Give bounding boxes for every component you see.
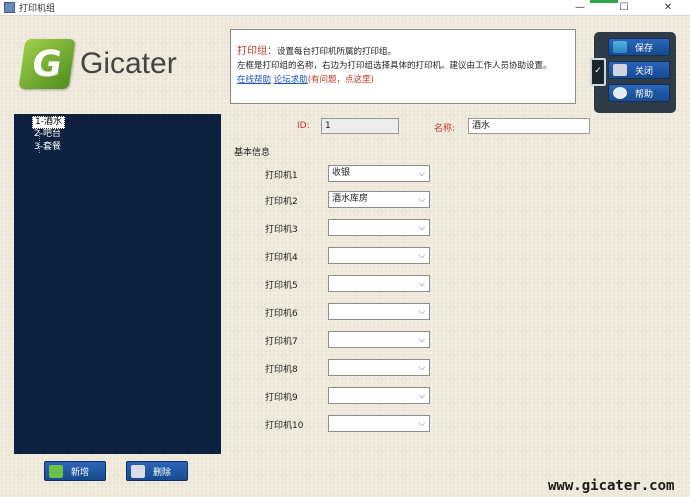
chevron-down-icon: ⌵ (418, 279, 425, 288)
tree-item-2[interactable]: 2-吧台 (32, 129, 63, 140)
printer-row-3: 打印机3 ⌵ (265, 219, 435, 237)
printer-select-value: 收银 (332, 168, 351, 178)
online-help-link[interactable]: 在线帮助 (237, 75, 271, 85)
name-label: 名称: (434, 124, 456, 134)
progress-indicator (590, 0, 618, 3)
id-field: 1 (321, 118, 399, 134)
help-note[interactable]: (有问题，点这里) (308, 75, 374, 85)
side-button-panel: 保存 关闭 帮助 (594, 32, 676, 113)
printer-select-8[interactable]: ⌵ (328, 359, 430, 376)
printer-select-3[interactable]: ⌵ (328, 219, 430, 236)
printer-label: 打印机7 (265, 337, 298, 347)
help-label: 帮助 (635, 89, 654, 100)
add-button[interactable]: 新增 (44, 461, 106, 481)
printer-row-6: 打印机6 ⌵ (265, 303, 435, 321)
printer-row-7: 打印机7 ⌵ (265, 331, 435, 349)
window-controls: — ☐ ✕ (558, 0, 690, 16)
chevron-down-icon: ⌵ (418, 363, 425, 372)
printer-label: 打印机5 (265, 281, 298, 291)
printer-select-2[interactable]: 酒水库房 ⌵ (328, 191, 430, 208)
printer-select-6[interactable]: ⌵ (328, 303, 430, 320)
printer-label: 打印机9 (265, 393, 298, 403)
printer-select-value: 酒水库房 (332, 194, 369, 204)
watermark: www.gicater.com (548, 478, 675, 494)
chevron-down-icon: ⌵ (418, 169, 425, 178)
chevron-down-icon: ⌵ (418, 391, 425, 400)
help-icon (613, 87, 627, 99)
name-field[interactable]: 酒水 (468, 118, 590, 134)
close-label: 关闭 (635, 66, 654, 77)
printer-select-7[interactable]: ⌵ (328, 331, 430, 348)
printer-select-10[interactable]: ⌵ (328, 415, 430, 432)
help-title: 打印组： (237, 46, 277, 57)
help-box: 打印组：设置每台打印机所属的打印组。 左框是打印组的名称，右边为打印组选择具体的… (230, 29, 576, 104)
printer-row-8: 打印机8 ⌵ (265, 359, 435, 377)
group-tree-panel[interactable]: 1-酒水 2-吧台 3-套餐 (14, 114, 221, 454)
help-button[interactable]: 帮助 (608, 84, 670, 102)
save-icon (613, 41, 627, 53)
phone-icon: ✓ (590, 58, 606, 86)
printer-label: 打印机4 (265, 253, 298, 263)
id-label: ID: (297, 121, 310, 131)
printer-row-10: 打印机10 ⌵ (265, 415, 435, 433)
printer-label: 打印机8 (265, 365, 298, 375)
printer-label: 打印机10 (265, 421, 304, 431)
close-window-button[interactable]: ✕ (646, 0, 690, 16)
add-icon (49, 464, 63, 478)
save-button[interactable]: 保存 (608, 38, 670, 56)
chevron-down-icon: ⌵ (418, 307, 425, 316)
delete-button[interactable]: 删除 (126, 461, 188, 481)
printer-select-4[interactable]: ⌵ (328, 247, 430, 264)
printer-select-5[interactable]: ⌵ (328, 275, 430, 292)
printer-row-1: 打印机1 收银 ⌵ (265, 165, 435, 183)
printer-label: 打印机3 (265, 225, 298, 235)
printer-label: 打印机6 (265, 309, 298, 319)
printer-row-4: 打印机4 ⌵ (265, 247, 435, 265)
section-label: 基本信息 (234, 148, 271, 158)
printer-select-1[interactable]: 收银 ⌵ (328, 165, 430, 182)
printer-select-9[interactable]: ⌵ (328, 387, 430, 404)
close-button[interactable]: 关闭 (608, 61, 670, 79)
printer-row-2: 打印机2 酒水库房 ⌵ (265, 191, 435, 209)
logo-text: Gicater (80, 47, 177, 80)
chevron-down-icon: ⌵ (418, 223, 425, 232)
window-title: 打印机组 (19, 4, 56, 14)
title-bar: 打印机组 — ☐ ✕ (0, 0, 690, 16)
tree-item-3[interactable]: 3-套餐 (32, 142, 63, 153)
printer-label: 打印机1 (265, 171, 298, 181)
forum-help-link[interactable]: 论坛求助 (274, 75, 308, 85)
trash-icon (131, 464, 145, 478)
chevron-down-icon: ⌵ (418, 335, 425, 344)
logo-mark: G (18, 39, 76, 89)
help-line-2: 左框是打印组的名称，右边为打印组选择具体的打印机。建议由工作人员协助设置。 (237, 61, 552, 71)
chevron-down-icon: ⌵ (418, 195, 425, 204)
logo: G Gicater (18, 37, 202, 91)
close-icon (613, 64, 627, 76)
tree-item-1[interactable]: 1-酒水 (32, 116, 65, 129)
printer-row-9: 打印机9 ⌵ (265, 387, 435, 405)
printer-label: 打印机2 (265, 197, 298, 207)
add-label: 新增 (71, 467, 90, 478)
printer-row-5: 打印机5 ⌵ (265, 275, 435, 293)
delete-label: 删除 (153, 467, 172, 478)
help-line-1: 设置每台打印机所属的打印组。 (277, 47, 397, 57)
save-label: 保存 (635, 43, 654, 54)
chevron-down-icon: ⌵ (418, 419, 425, 428)
chevron-down-icon: ⌵ (418, 251, 425, 260)
app-icon (4, 2, 15, 13)
